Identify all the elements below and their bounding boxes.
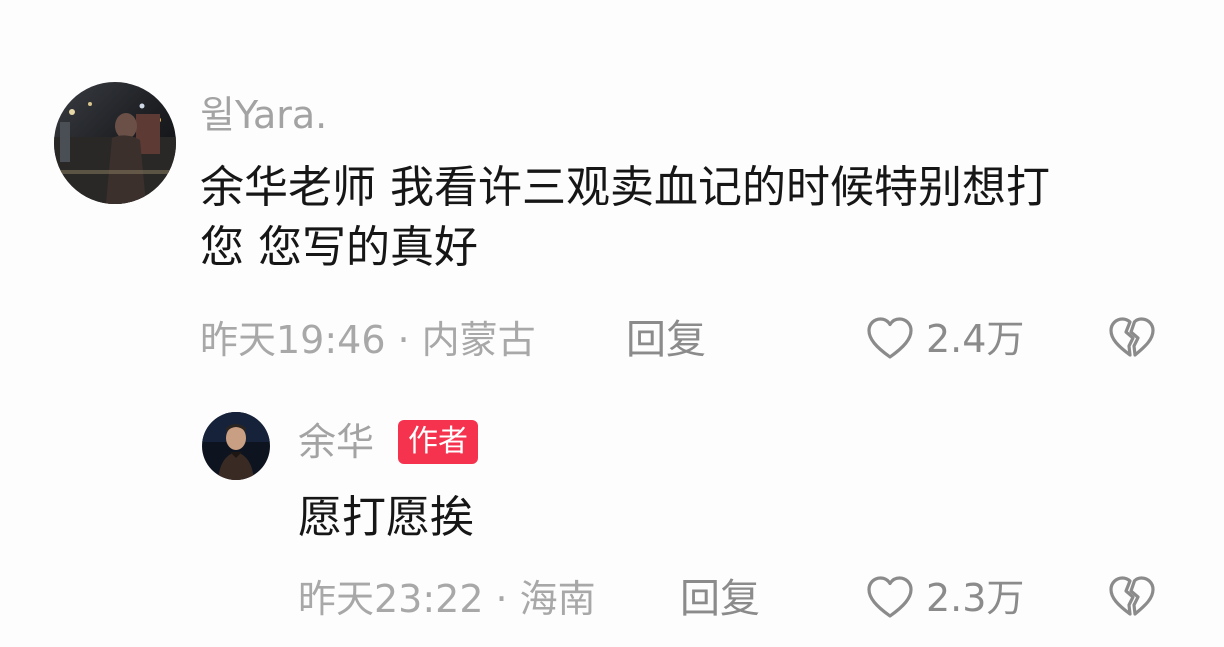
- reply-button[interactable]: 回复: [626, 318, 706, 362]
- user-avatar[interactable]: [54, 82, 176, 204]
- reply-meta: 昨天23:22 · 海南: [298, 577, 596, 621]
- heart-outline-icon: [867, 576, 913, 618]
- like-count: 2.4万: [926, 317, 1025, 361]
- reply-item: 余华 作者 愿打愿挨 昨天23:22 · 海南 回复 2.3万: [0, 400, 1224, 647]
- author-badge: 作者: [398, 420, 478, 464]
- dislike-button[interactable]: [1106, 313, 1158, 365]
- broken-heart-icon: [1109, 317, 1155, 357]
- like-count: 2.3万: [926, 576, 1025, 620]
- reply-button[interactable]: 回复: [680, 577, 760, 621]
- meta-separator: ·: [397, 318, 410, 362]
- comment-item: 윌Yara. 余华老师 我看许三观卖血记的时候特别想打 您 您写的真好 昨天19…: [0, 0, 1224, 380]
- comment-username[interactable]: 윌Yara.: [200, 93, 327, 137]
- comment-text-line: 余华老师 我看许三观卖血记的时候特别想打: [200, 162, 1050, 213]
- comment-text-line: 您 您写的真好: [200, 222, 478, 273]
- dislike-button[interactable]: [1106, 572, 1158, 624]
- reply-location: 海南: [519, 577, 596, 621]
- comment-location: 内蒙古: [421, 318, 536, 362]
- author-photo-avatar-icon: [202, 412, 270, 480]
- comment-time: 昨天19:46: [200, 318, 386, 362]
- comment-text: 余华老师 我看许三观卖血记的时候特别想打 您 您写的真好: [200, 158, 1050, 278]
- like-button[interactable]: 2.4万: [864, 313, 1024, 365]
- like-button[interactable]: 2.3万: [864, 572, 1024, 624]
- comment-meta: 昨天19:46 · 内蒙古: [200, 318, 536, 362]
- reply-time: 昨天23:22: [298, 577, 484, 621]
- reply-text: 愿打愿挨: [298, 492, 474, 543]
- meta-separator: ·: [495, 577, 508, 621]
- author-username[interactable]: 余华: [298, 420, 374, 464]
- user-photo-avatar-icon: [54, 82, 176, 204]
- author-avatar[interactable]: [202, 412, 270, 480]
- heart-outline-icon: [867, 317, 913, 359]
- broken-heart-icon: [1109, 576, 1155, 616]
